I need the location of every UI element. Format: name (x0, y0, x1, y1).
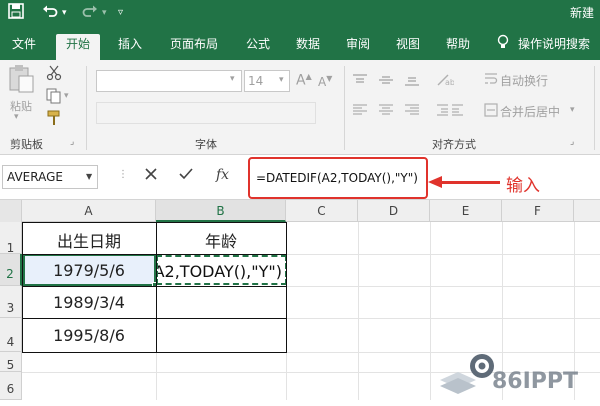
column-header-row: A B C D E F (0, 200, 600, 222)
column-header-e[interactable]: E (430, 200, 502, 222)
wrap-text-button[interactable]: 自动换行 (500, 72, 548, 89)
tab-data[interactable]: 数据 (286, 34, 330, 60)
formula-text: =DATEDIF(A2,TODAY(),"Y") (256, 171, 418, 185)
row-header-4[interactable]: 4 (0, 318, 22, 352)
copy-dropdown-icon[interactable]: ▾ (64, 91, 69, 101)
undo-dropdown-icon[interactable]: ▾ (62, 3, 67, 23)
watermark: 86IPPT (436, 350, 600, 400)
copy-icon[interactable] (46, 88, 62, 108)
format-painter-icon[interactable] (46, 110, 62, 130)
cancel-icon[interactable] (144, 167, 158, 185)
table-border (22, 222, 286, 223)
tab-help[interactable]: 帮助 (436, 34, 480, 60)
annotation-callout: 输入 (506, 176, 540, 196)
font-group-label: 字体 (195, 138, 217, 151)
row-header-6[interactable]: 6 (0, 372, 22, 400)
tab-review[interactable]: 审阅 (336, 34, 380, 60)
wrap-text-icon (484, 71, 498, 90)
table-border (22, 254, 286, 255)
column-header-a[interactable]: A (22, 200, 156, 222)
svg-text:ab: ab (445, 78, 454, 87)
tab-formulas[interactable]: 公式 (236, 34, 280, 60)
table-border (22, 286, 286, 287)
merge-center-button[interactable]: 合并后居中 (500, 103, 560, 120)
merge-dropdown-icon[interactable]: ▾ (570, 105, 575, 115)
orientation-icon[interactable]: ab (436, 72, 455, 91)
tell-me-search[interactable]: 操作说明搜索 (514, 34, 594, 60)
insert-function-button[interactable]: fx (216, 167, 229, 183)
watermark-text: 86IPPT (492, 369, 578, 394)
paste-icon[interactable] (6, 64, 36, 98)
table-border (22, 318, 286, 319)
row-header-5[interactable]: 5 (0, 352, 22, 372)
font-name-dropdown-icon[interactable]: ▾ (230, 74, 235, 84)
customize-qat-icon[interactable]: ▿ (118, 3, 123, 23)
annotation-arrowhead (428, 176, 442, 188)
tab-page-layout[interactable]: 页面布局 (160, 34, 228, 60)
font-size-select[interactable]: 14 ▾ (244, 70, 290, 92)
formula-bar-grip-icon[interactable]: ⋮ (118, 169, 128, 180)
formula-input[interactable]: =DATEDIF(A2,TODAY(),"Y") (248, 157, 428, 199)
align-left-icon[interactable] (352, 102, 368, 121)
tab-home[interactable]: 开始 (56, 34, 101, 60)
ribbon-tabs: 文件 开始 插入 页面布局 公式 数据 审阅 视图 帮助 操作说明搜索 (0, 28, 600, 60)
name-box-dropdown-icon[interactable]: ▼ (86, 165, 92, 189)
tab-insert[interactable]: 插入 (108, 34, 152, 60)
annotation-arrow (440, 181, 500, 184)
increase-font-icon[interactable]: A▲ (296, 72, 312, 89)
indent-icon[interactable] (436, 102, 464, 121)
cell-a2[interactable]: 1979/5/6 (22, 261, 156, 280)
tab-file[interactable]: 文件 (2, 34, 46, 60)
row-header-3[interactable]: 3 (0, 286, 22, 318)
title-bar: ▾ ▾ ▿ 新建 (0, 0, 600, 28)
merge-center-icon (484, 102, 498, 121)
gridline (358, 222, 359, 400)
alignment-group-label: 对齐方式 (432, 138, 476, 151)
undo-icon[interactable] (42, 3, 58, 23)
table-border (286, 222, 287, 353)
cell-b2-edit-text: A2,TODAY(),"Y") (156, 262, 282, 281)
align-middle-icon[interactable] (378, 72, 394, 91)
select-all-corner[interactable] (0, 200, 22, 222)
alignment-launcher-icon[interactable]: ⌟ (570, 137, 574, 147)
table-border (22, 352, 286, 353)
row-header-2[interactable]: 2 (0, 254, 22, 286)
check-icon[interactable] (178, 167, 194, 185)
cell-b2-editing[interactable]: A2,TODAY(),"Y") (156, 255, 287, 285)
table-border (156, 222, 157, 353)
font-name-select[interactable] (96, 70, 242, 92)
save-icon[interactable] (8, 3, 24, 23)
column-header-b[interactable]: B (156, 200, 286, 222)
paste-dropdown-icon[interactable]: ▾ (14, 112, 19, 122)
column-header-c[interactable]: C (286, 200, 358, 222)
font-size-value: 14 (248, 74, 264, 88)
cell-b1[interactable]: 年龄 (156, 228, 286, 252)
align-right-icon[interactable] (404, 102, 420, 121)
redo-icon[interactable] (82, 3, 98, 23)
gridline (430, 222, 431, 400)
cell-a4[interactable]: 1995/8/6 (22, 326, 156, 345)
table-border (22, 222, 23, 353)
clipboard-launcher-icon[interactable]: ⌟ (70, 137, 74, 147)
cell-a1[interactable]: 出生日期 (22, 228, 156, 252)
decrease-font-icon[interactable]: A▼ (318, 74, 332, 89)
font-format-row (96, 102, 316, 124)
tab-view[interactable]: 视图 (386, 34, 430, 60)
align-top-icon[interactable] (352, 72, 368, 91)
redo-dropdown-icon[interactable]: ▾ (102, 3, 107, 23)
clipboard-group-label: 剪贴板 (10, 138, 43, 151)
document-title: 新建 (569, 6, 594, 20)
font-size-dropdown-icon: ▾ (279, 75, 284, 85)
name-box[interactable]: AVERAGE (2, 165, 98, 189)
column-header-d[interactable]: D (358, 200, 430, 222)
lightbulb-icon (494, 34, 512, 60)
align-center-icon[interactable] (378, 102, 394, 121)
align-bottom-icon[interactable] (404, 72, 420, 91)
cell-a3[interactable]: 1989/3/4 (22, 293, 156, 312)
row-header-1[interactable]: 1 (0, 222, 22, 255)
column-header-f[interactable]: F (502, 200, 574, 222)
cut-icon[interactable] (46, 65, 62, 85)
ribbon-home: 粘贴 ▾ ▾ 剪贴板 ⌟ ▾ 14 ▾ A▲ A▼ 字体 ab 自动换行 合并后… (0, 60, 600, 155)
